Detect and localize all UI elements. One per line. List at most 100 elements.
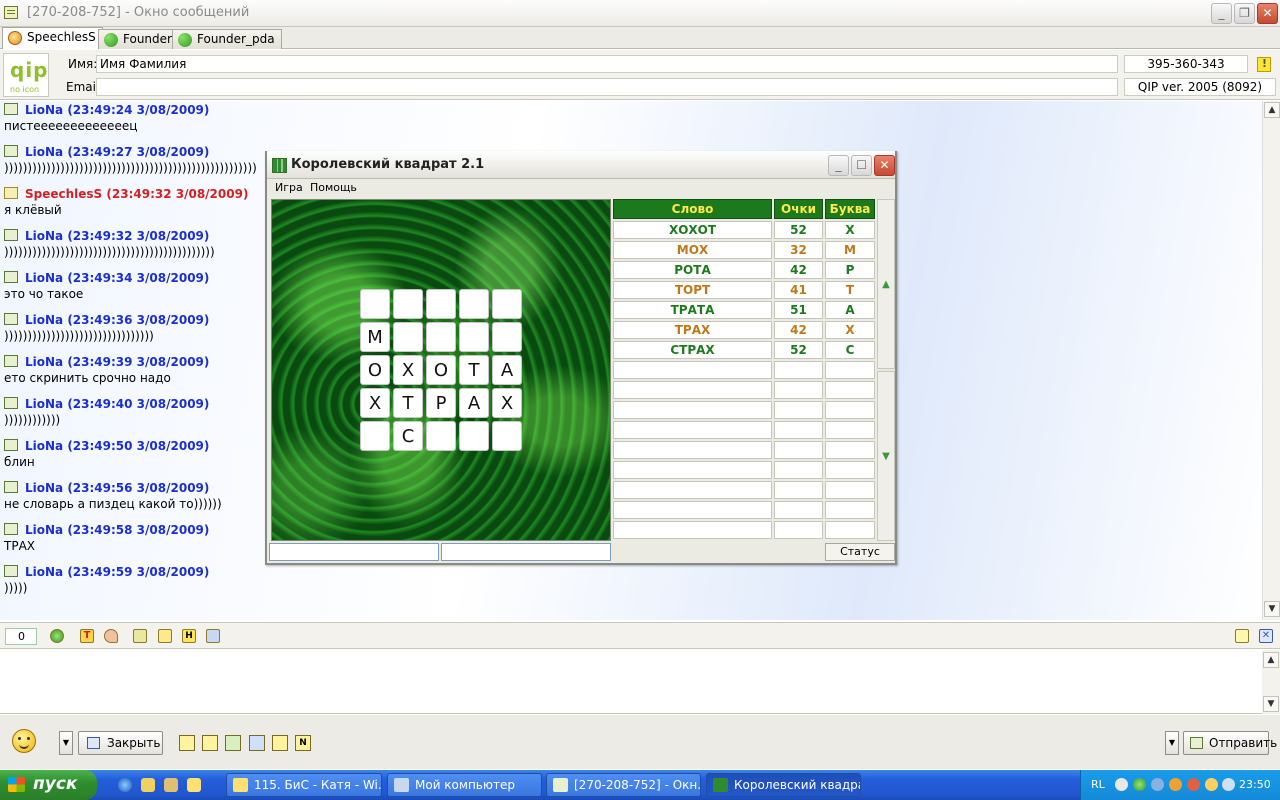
quicklaunch-icon[interactable] [141, 778, 155, 792]
close-button[interactable]: Закрыть [78, 731, 163, 755]
cell-points [774, 361, 823, 379]
quick-action-icon[interactable] [179, 735, 195, 751]
task-item[interactable]: Мой компьютер [387, 773, 542, 797]
maximize-button[interactable]: ❐ [1234, 3, 1255, 24]
cell-points [774, 501, 823, 519]
board-cell[interactable]: Х [393, 355, 423, 385]
game-minimize-button[interactable]: _ [828, 155, 849, 176]
tray-icon[interactable] [1187, 778, 1200, 791]
volume-icon[interactable] [1222, 778, 1235, 791]
words-scroll-up-button[interactable]: ▲ [877, 199, 895, 369]
board-cell[interactable]: А [459, 388, 489, 418]
quick-action-icon[interactable] [202, 735, 218, 751]
message-author: LioNa (23:49:27 3/08/2009) [25, 145, 210, 159]
scroll-up-button[interactable]: ▲ [1264, 102, 1280, 118]
player2-score-field [441, 543, 611, 561]
ie-icon[interactable] [118, 778, 132, 792]
board-cell[interactable] [492, 421, 522, 451]
board-cell[interactable]: Т [393, 388, 423, 418]
quick-action-icon[interactable] [272, 735, 288, 751]
board-cell[interactable] [426, 289, 456, 319]
board-cell[interactable]: М [360, 322, 390, 352]
tray-icon[interactable] [1151, 778, 1164, 791]
quick-action-icon[interactable] [249, 735, 265, 751]
board-cell[interactable] [492, 322, 522, 352]
quicklaunch-icon[interactable] [164, 778, 178, 792]
board-cell[interactable] [360, 289, 390, 319]
menu-game[interactable]: Игра [275, 181, 303, 194]
board-cell[interactable]: С [393, 421, 423, 451]
board-cell[interactable] [393, 289, 423, 319]
board-cell[interactable] [426, 322, 456, 352]
cell-letter [825, 361, 875, 379]
incoming-message-icon [4, 397, 18, 409]
qip-tray-icon[interactable] [1133, 778, 1146, 791]
tray-chevron-icon[interactable] [1115, 778, 1128, 791]
task-item[interactable]: [270-208-752] - Окн... [546, 773, 701, 797]
snapshot-icon[interactable] [158, 629, 172, 643]
minimize-button[interactable]: _ [1211, 3, 1232, 24]
send-options-dropdown[interactable]: ▼ [1165, 731, 1179, 755]
close-window-button[interactable]: ✕ [1257, 3, 1278, 24]
close-options-dropdown[interactable]: ▼ [59, 731, 73, 755]
board-cell[interactable]: Р [426, 388, 456, 418]
board-cell[interactable] [360, 421, 390, 451]
words-scroll-down-button[interactable]: ▼ [877, 371, 895, 541]
start-button[interactable]: пуск [0, 770, 97, 800]
color-icon[interactable] [104, 629, 118, 643]
history-scrollbar[interactable]: ▲ ▼ [1262, 101, 1280, 620]
tray-icon[interactable] [1205, 778, 1218, 791]
board-cell[interactable] [393, 322, 423, 352]
contact-tabs: SpeechlesS Founder Founder_pda [0, 27, 1280, 49]
status-button[interactable]: Статус [825, 543, 895, 561]
scroll-down-button[interactable]: ▼ [1264, 601, 1280, 617]
board-cell[interactable] [459, 421, 489, 451]
tab-speechless[interactable]: SpeechlesS [2, 27, 103, 49]
message-input[interactable] [0, 650, 1262, 714]
smiley-icon[interactable] [12, 729, 36, 753]
close-tab-icon[interactable]: ✕ [1259, 629, 1273, 643]
board-cell[interactable] [492, 289, 522, 319]
tab-founder-pda[interactable]: Founder_pda [172, 29, 282, 49]
contact-info-header: qip no icon Имя: Имя Фамилия Email: 395-… [0, 50, 1280, 100]
menu-help[interactable]: Помощь [310, 181, 357, 194]
tray-icon[interactable] [1169, 778, 1182, 791]
board-cell[interactable]: А [492, 355, 522, 385]
input-scrollbar[interactable]: ▲ ▼ [1262, 650, 1280, 714]
contact-avatar: qip no icon [3, 53, 49, 97]
board-cell[interactable]: О [360, 355, 390, 385]
input-scroll-up-button[interactable]: ▲ [1263, 652, 1279, 668]
board-cell[interactable] [426, 421, 456, 451]
quick-action-icon[interactable]: N [295, 735, 311, 751]
cell-word [613, 441, 772, 459]
message-author: LioNa (23:49:24 3/08/2009) [25, 103, 210, 117]
quicklaunch-icon[interactable] [187, 778, 201, 792]
game-maximize-button[interactable]: ☐ [851, 155, 872, 176]
board-cell[interactable]: О [426, 355, 456, 385]
language-indicator[interactable]: RL [1091, 778, 1105, 791]
quick-action-icon[interactable] [225, 735, 241, 751]
font-icon[interactable]: T [80, 629, 94, 643]
cell-letter [825, 501, 875, 519]
board-cell[interactable]: Х [492, 388, 522, 418]
board-cell[interactable]: Т [459, 355, 489, 385]
tab-label: SpeechlesS [27, 30, 96, 44]
board-cell[interactable]: Х [360, 388, 390, 418]
save-icon[interactable] [133, 629, 147, 643]
cell-word [613, 481, 772, 499]
board-cell[interactable] [459, 322, 489, 352]
game-close-button[interactable]: ✕ [874, 155, 895, 176]
tab-founder[interactable]: Founder [98, 29, 179, 49]
task-item[interactable]: Королевский квадрат [706, 773, 861, 797]
smiles-icon[interactable] [50, 629, 64, 643]
task-item[interactable]: 115. БиС - Катя - Wi... [226, 773, 382, 797]
transfer-icon[interactable] [206, 629, 220, 643]
contact-info-icon[interactable] [1257, 57, 1271, 72]
history-icon[interactable]: H [182, 629, 196, 643]
input-scroll-down-button[interactable]: ▼ [1263, 696, 1279, 712]
send-button[interactable]: Отправить [1183, 731, 1277, 755]
char-counter: 0 [5, 628, 37, 645]
board-cell[interactable] [459, 289, 489, 319]
note-icon[interactable] [1235, 629, 1249, 643]
words-scrollbar[interactable]: ▲ ▼ [877, 199, 895, 541]
